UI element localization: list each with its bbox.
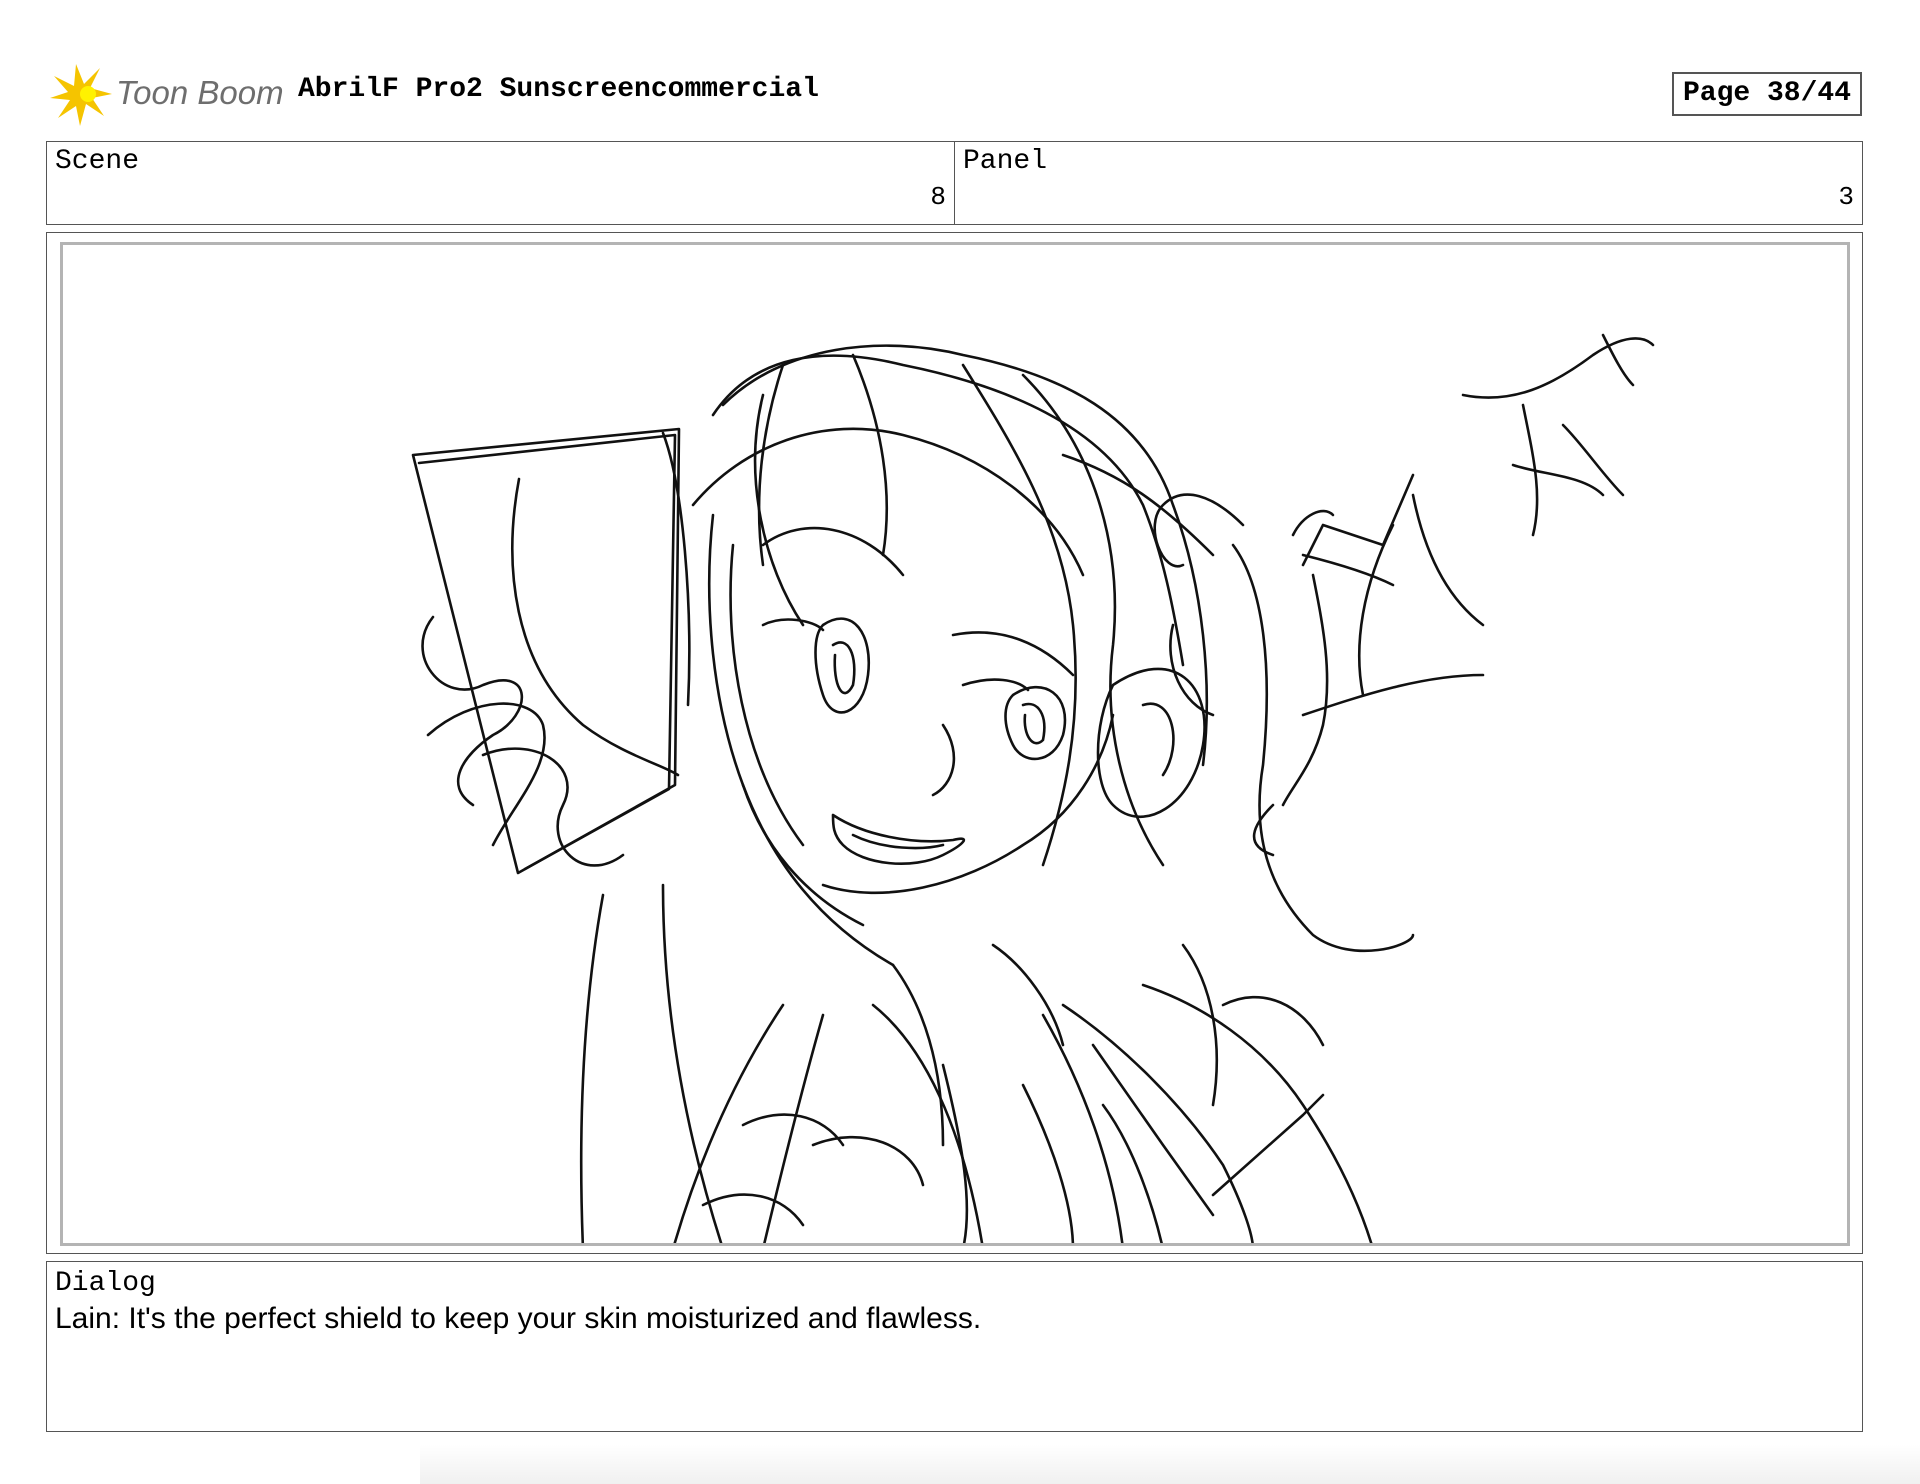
panel-label: Panel bbox=[963, 146, 1048, 177]
scene-label: Scene bbox=[55, 146, 140, 177]
scene-panel-row: Scene 8 Panel 3 bbox=[46, 141, 1863, 225]
girl-face-sketch bbox=[741, 526, 1115, 927]
panel-number: 3 bbox=[1838, 182, 1854, 212]
toon-boom-logo: Toon Boom bbox=[50, 64, 284, 126]
logo-text: Toon Boom bbox=[116, 74, 284, 111]
project-title: AbrilF Pro2 Sunscreencommercial bbox=[298, 74, 819, 105]
sparkle-sketch bbox=[1252, 333, 1655, 857]
panel-drawing bbox=[60, 242, 1850, 1246]
page-number: Page 38/44 bbox=[1672, 72, 1862, 116]
dialog-box: Dialog Lain: It's the perfect shield to … bbox=[46, 1261, 1863, 1432]
dialog-text: Lain: It's the perfect shield to keep yo… bbox=[55, 1302, 982, 1335]
girl-body-sketch bbox=[579, 883, 1373, 1243]
scene-number: 8 bbox=[930, 182, 946, 212]
page-shadow bbox=[420, 1444, 1920, 1484]
scene-cell: Scene 8 bbox=[47, 142, 955, 224]
storyboard-header: Toon Boom AbrilF Pro2 Sunscreencommercia… bbox=[0, 0, 1920, 140]
panel-cell: Panel 3 bbox=[955, 142, 1862, 224]
sunscreen-card-sketch bbox=[411, 427, 691, 875]
dialog-label: Dialog bbox=[55, 1268, 156, 1299]
girl-head-sketch bbox=[691, 344, 1415, 967]
sketch-drawing bbox=[411, 333, 1655, 1243]
starburst-icon bbox=[50, 64, 112, 126]
